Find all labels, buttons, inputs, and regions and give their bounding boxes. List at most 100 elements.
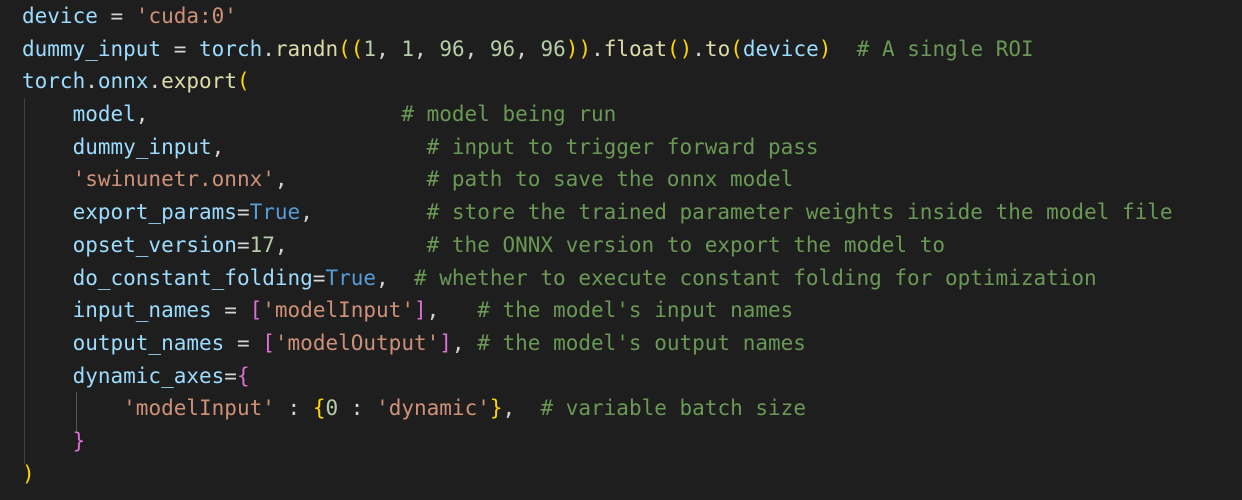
code-line[interactable]: dynamic_axes={ [22, 360, 1173, 393]
code-line[interactable]: 'modelInput' : {0 : 'dynamic'}, # variab… [22, 392, 1173, 425]
code-token: , [274, 232, 427, 257]
code-line[interactable]: ) [22, 458, 1173, 491]
code-token: 1 [401, 36, 415, 61]
code-token: = [224, 330, 263, 355]
code-token: = [236, 200, 250, 225]
code-token: model [72, 102, 136, 127]
code-token: = [161, 36, 200, 61]
code-token: randn [274, 36, 339, 61]
code-line[interactable]: model, # model being run [22, 98, 1173, 131]
code-token: } [489, 396, 503, 421]
code-token: , [211, 134, 427, 159]
code-editor[interactable]: device = 'cuda:0' dummy_input = torch.ran… [0, 0, 1242, 500]
code-token: # variable batch size [540, 396, 806, 421]
code-token: device [742, 36, 819, 61]
code-token: 96 [439, 36, 465, 61]
code-token: # store the trained parameter weights in… [426, 200, 1173, 225]
code-token: )) [565, 36, 592, 61]
code-block[interactable]: device = 'cuda:0' dummy_input = torch.ran… [22, 0, 1173, 490]
code-token: , [502, 396, 541, 421]
code-token: to [704, 36, 731, 61]
code-token: ) [22, 461, 35, 486]
code-token: ( [730, 36, 743, 61]
code-token: output_names [72, 330, 225, 355]
code-token: dummy_input [72, 134, 212, 159]
code-token: , [274, 167, 427, 192]
code-token: : [338, 396, 377, 421]
code-line[interactable]: 'swinunetr.onnx', # path to save the onn… [22, 163, 1173, 196]
code-token: ] [413, 298, 427, 323]
code-token: export_params [72, 200, 237, 225]
code-line[interactable]: opset_version=17, # the ONNX version to … [22, 229, 1173, 262]
code-token: = [211, 298, 250, 323]
code-token: # the model's input names [477, 298, 794, 323]
code-token: 96 [540, 36, 566, 61]
code-token: dynamic_axes [72, 363, 225, 388]
code-line[interactable]: export_params=True, # store the trained … [22, 196, 1173, 229]
code-token: ) [818, 36, 832, 61]
code-line[interactable]: output_names = ['modelOutput'], # the mo… [22, 327, 1173, 360]
code-line[interactable]: torch.onnx.export( [22, 65, 1173, 98]
code-token: . [85, 69, 98, 94]
code-token: 1 [363, 36, 377, 61]
code-token: = [97, 4, 136, 28]
code-token: , [426, 298, 478, 323]
code-token: [ [262, 330, 275, 355]
code-token: input_names [72, 298, 212, 323]
code-token: = [224, 363, 237, 388]
code-token: do_constant_folding [72, 265, 313, 290]
code-token: ] [439, 330, 452, 355]
code-line[interactable]: dummy_input = torch.randn((1, 1, 96, 96,… [22, 33, 1173, 66]
code-line[interactable]: } [22, 425, 1173, 458]
code-token: # path to save the onnx model [426, 167, 794, 192]
code-line[interactable]: device = 'cuda:0' [22, 0, 1173, 33]
code-token: # the ONNX version to export the model t… [426, 232, 945, 257]
code-token: 0 [325, 396, 339, 421]
code-token: 'modelOutput' [274, 330, 440, 355]
code-token: : [274, 396, 313, 421]
code-token: { [312, 396, 326, 421]
code-token: (( [338, 36, 364, 61]
code-token: 96 [489, 36, 516, 61]
code-token: , [376, 36, 402, 61]
code-token: = [236, 232, 250, 257]
code-token: 'dynamic' [376, 396, 490, 421]
code-token: export [161, 69, 237, 94]
code-token: , [515, 36, 541, 61]
code-token: 'swinunetr.onnx' [72, 167, 275, 192]
code-token: 'modelInput' [123, 396, 275, 421]
code-token: , [451, 330, 478, 355]
code-token: # model being run [401, 102, 617, 127]
code-token: , [414, 36, 440, 61]
code-token: . [262, 36, 275, 61]
code-token: device [22, 4, 98, 28]
code-token: # whether to execute constant folding fo… [413, 265, 1097, 290]
code-token: = [312, 265, 326, 290]
code-token: True [325, 265, 377, 290]
code-token: , [464, 36, 490, 61]
code-token: . [591, 36, 604, 61]
code-token: [ [249, 298, 263, 323]
code-token: . [692, 36, 705, 61]
code-line[interactable]: do_constant_folding=True, # whether to e… [22, 262, 1173, 295]
code-token: True [249, 200, 301, 225]
code-token: , [376, 265, 414, 290]
code-token: float [603, 36, 667, 61]
code-token: . [148, 69, 162, 94]
code-token: , [300, 200, 427, 225]
code-line[interactable]: input_names = ['modelInput'], # the mode… [22, 294, 1173, 327]
code-line[interactable]: dummy_input, # input to trigger forward … [22, 131, 1173, 164]
code-token: 'cuda:0' [135, 4, 237, 28]
code-token: opset_version [72, 232, 237, 257]
code-token: # the model's output names [477, 330, 806, 355]
code-token: # input to trigger forward pass [426, 134, 819, 159]
